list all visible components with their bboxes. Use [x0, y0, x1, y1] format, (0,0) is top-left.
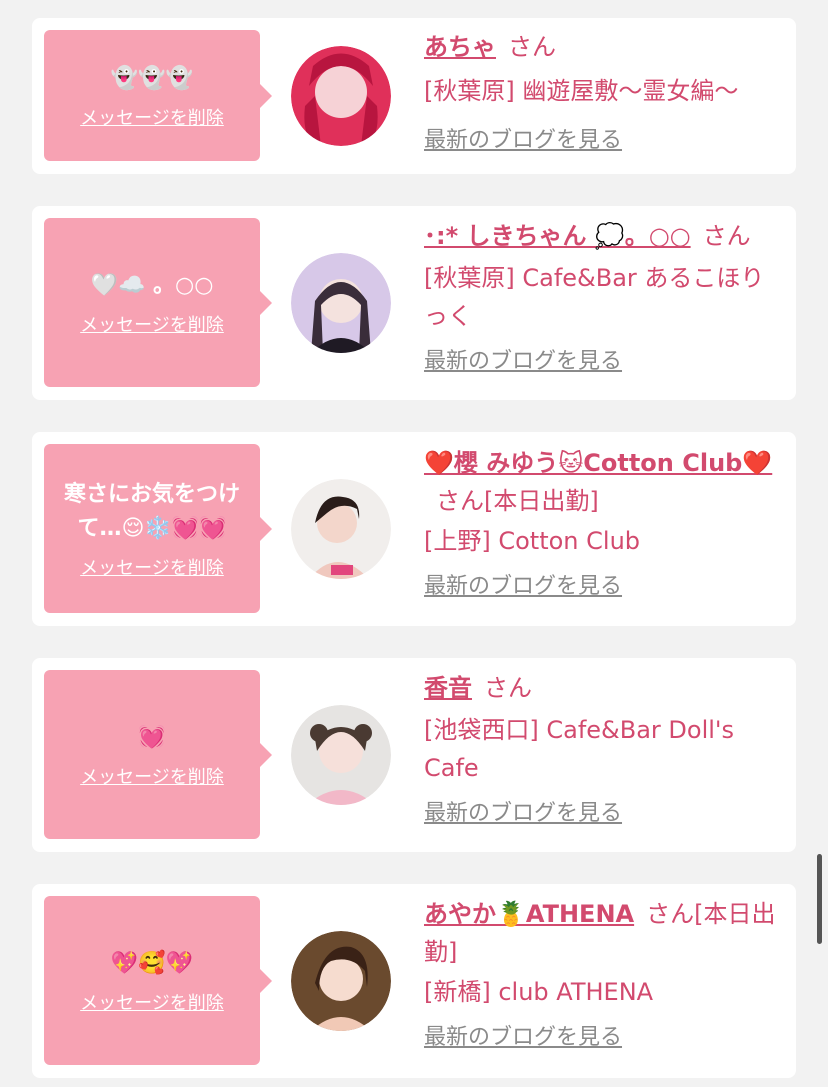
girl-info: ❤️櫻 みゆう🐱Cotton Club❤️ さん[本日出勤] [上野] Cotto…	[424, 444, 784, 606]
girl-name-link[interactable]: あちゃ	[424, 33, 496, 61]
shop-name: [池袋西口] Cafe&Bar Doll's Cafe	[424, 716, 735, 782]
latest-blog-link[interactable]: 最新のブログを見る	[424, 568, 784, 606]
message-bubble: 💓 メッセージを削除	[44, 670, 272, 839]
avatar[interactable]	[291, 705, 391, 805]
honorific: さん	[702, 222, 751, 250]
latest-blog-link[interactable]: 最新のブログを見る	[424, 343, 784, 381]
delete-message-link[interactable]: メッセージを削除	[80, 311, 224, 337]
message-bubble: 寒さにお気をつけて…😌❄️💓💓 メッセージを削除	[44, 444, 272, 613]
girl-name-link[interactable]: ❤️櫻 みゆう🐱Cotton Club❤️	[424, 449, 772, 477]
girl-name-link[interactable]: 香音	[424, 674, 472, 702]
message-text: 🤍☁️ 。○○	[90, 272, 214, 298]
girl-name-link[interactable]: あやか🍍ATHENA	[424, 900, 634, 928]
avatar[interactable]	[291, 931, 391, 1031]
delete-message-link[interactable]: メッセージを削除	[80, 989, 224, 1015]
message-card: 寒さにお気をつけて…😌❄️💓💓 メッセージを削除 ❤️櫻 みゆう🐱Cotton …	[32, 432, 796, 626]
message-card: 💖🥰💖 メッセージを削除 あやか🍍ATHENA さん[本日出勤] [新橋] clu…	[32, 884, 796, 1078]
honorific: さん	[484, 674, 532, 702]
message-text: 寒さにお気をつけて…😌❄️💓💓	[63, 481, 240, 541]
shop-name: [上野] Cotton Club	[424, 527, 641, 555]
girl-info: あちゃ さん [秋葉原] 幽遊屋敷〜霊女編〜 最新のブログを見る	[424, 28, 784, 160]
message-card: 💓 メッセージを削除 香音 さん [池袋西口] Cafe&Bar Doll's C…	[32, 658, 796, 852]
girl-info: 香音 さん [池袋西口] Cafe&Bar Doll's Cafe 最新のブログを…	[424, 669, 784, 833]
scrollbar[interactable]	[817, 854, 822, 944]
delete-message-link[interactable]: メッセージを削除	[80, 104, 224, 130]
message-text: 💓	[138, 724, 166, 750]
delete-message-link[interactable]: メッセージを削除	[80, 763, 224, 789]
delete-message-link[interactable]: メッセージを削除	[80, 554, 224, 580]
avatar[interactable]	[291, 253, 391, 353]
girl-name-link[interactable]: ･:* しきちゃん 💭。○○	[424, 222, 691, 250]
message-bubble: 💖🥰💖 メッセージを削除	[44, 896, 272, 1065]
honorific: さん[本日出勤]	[436, 487, 599, 515]
message-bubble: 👻👻👻 メッセージを削除	[44, 30, 272, 161]
avatar[interactable]	[291, 479, 391, 579]
message-bubble: 🤍☁️ 。○○ メッセージを削除	[44, 218, 272, 387]
message-card: 🤍☁️ 。○○ メッセージを削除 ･:* しきちゃん 💭。○○ さん [秋葉原] …	[32, 206, 796, 400]
avatar[interactable]	[291, 46, 391, 146]
honorific: さん	[508, 33, 556, 61]
latest-blog-link[interactable]: 最新のブログを見る	[424, 1019, 784, 1057]
girl-info: ･:* しきちゃん 💭。○○ さん [秋葉原] Cafe&Bar あるこほりっく …	[424, 217, 784, 381]
message-card: 👻👻👻 メッセージを削除 あちゃ さん [秋葉原] 幽遊屋敷〜霊女編〜 最新のブロ…	[32, 18, 796, 174]
message-text: 👻👻👻	[110, 65, 194, 91]
shop-name: [秋葉原] Cafe&Bar あるこほりっく	[424, 264, 765, 330]
shop-name: [秋葉原] 幽遊屋敷〜霊女編〜	[424, 77, 739, 105]
latest-blog-link[interactable]: 最新のブログを見る	[424, 795, 784, 833]
latest-blog-link[interactable]: 最新のブログを見る	[424, 122, 784, 160]
message-text: 💖🥰💖	[110, 950, 194, 976]
girl-info: あやか🍍ATHENA さん[本日出勤] [新橋] club ATHENA 最新のブ…	[424, 895, 784, 1057]
shop-name: [新橋] club ATHENA	[424, 978, 654, 1006]
